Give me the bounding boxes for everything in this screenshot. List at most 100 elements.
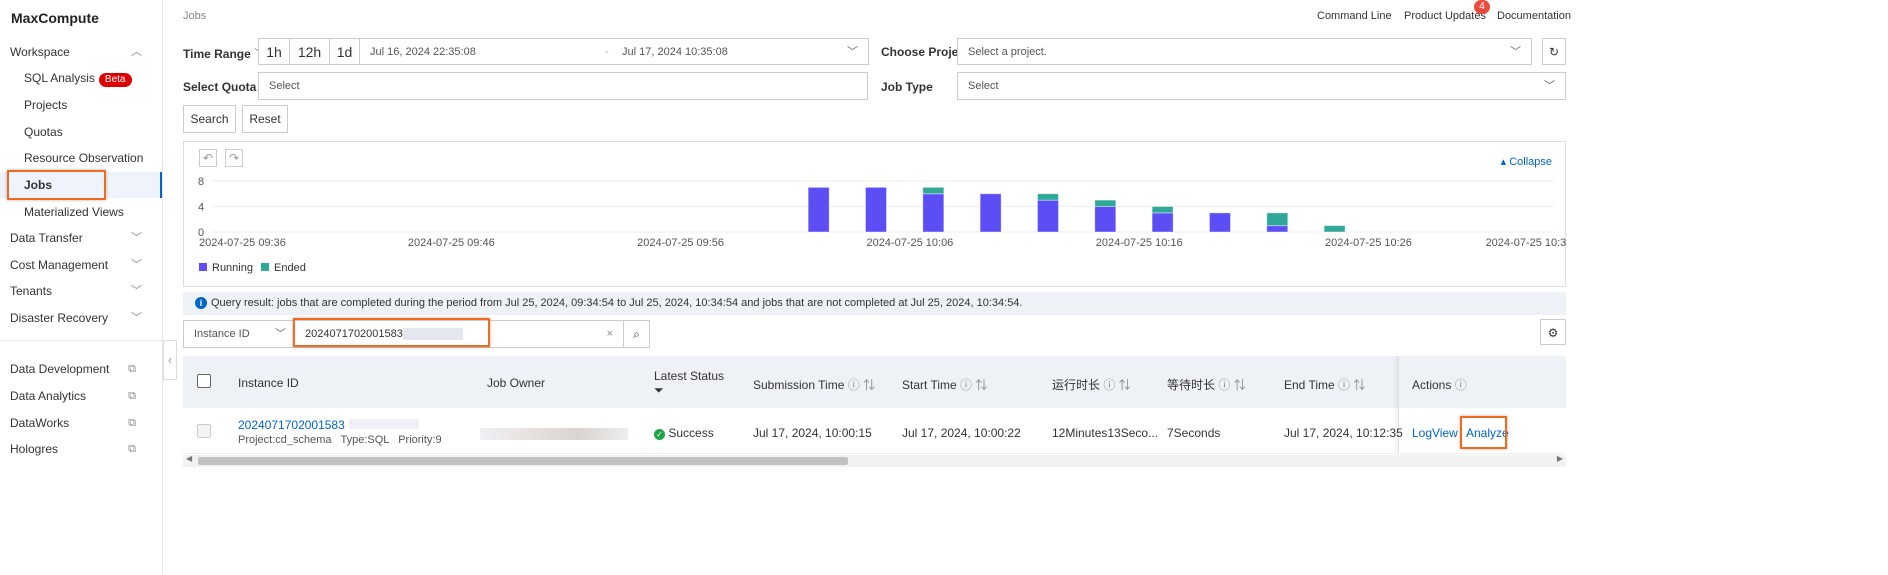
undo-icon[interactable]: ↶	[199, 149, 217, 167]
external-link-icon: ⧉	[128, 417, 136, 429]
job-type-select[interactable]: Select ﹀	[957, 72, 1566, 100]
logview-link[interactable]: LogView	[1412, 426, 1458, 440]
sidebar-group-data-transfer[interactable]: Data Transfer ﹀	[0, 225, 162, 251]
col-wait-duration[interactable]: 等待时长 ⓘ ⇅	[1167, 376, 1246, 393]
sort-icon[interactable]: ⇅	[1119, 378, 1131, 392]
sidebar-group-workspace[interactable]: Workspace ︿	[0, 39, 162, 65]
bar-running	[1094, 206, 1117, 233]
sidebar-item-resource-observation[interactable]: Resource Observation	[0, 145, 162, 171]
label: DataWorks	[10, 416, 70, 430]
date-range-picker[interactable]: Jul 16, 2024 22:35:08 - Jul 17, 2024 10:…	[359, 38, 869, 65]
horizontal-scrollbar[interactable]: ◀ ▶	[183, 454, 1566, 467]
sidebar-group-cost-management[interactable]: Cost Management ﹀	[0, 252, 162, 278]
sort-icon[interactable]: ⇅	[863, 378, 875, 392]
bar-ended	[1036, 193, 1059, 201]
label: Hologres	[10, 442, 59, 456]
quick-1d-button[interactable]: 1d	[329, 38, 360, 65]
sidebar-item-sql-analysis[interactable]: SQL Analysis Beta	[0, 65, 162, 91]
instance-id-link[interactable]: 2024071702001583	[238, 418, 419, 432]
sidebar-item-materialized-views[interactable]: Materialized Views	[0, 199, 162, 225]
scroll-right-icon[interactable]: ▶	[1557, 454, 1563, 463]
bar-ended	[1094, 199, 1117, 207]
scrollbar-thumb[interactable]	[198, 457, 848, 465]
x-tick-label: 2024-07-25 09:36	[199, 237, 286, 249]
command-line-link[interactable]: Command Line	[1317, 10, 1392, 22]
bar-ended	[1151, 206, 1174, 214]
quota-select[interactable]: Select	[258, 72, 868, 100]
redo-icon[interactable]: ↷	[225, 149, 243, 167]
highlight-box	[293, 318, 490, 347]
collapse-sidebar-button[interactable]: ‹	[163, 340, 177, 380]
reset-button[interactable]: Reset	[242, 105, 288, 133]
sidebar-link-data-analytics[interactable]: Data Analytics ⧉	[0, 383, 162, 409]
col-latest-status[interactable]: Latest Status ⏷	[654, 369, 724, 398]
clear-icon[interactable]: ×	[607, 321, 613, 347]
highlight-box	[7, 170, 106, 200]
sidebar-group-disaster-recovery[interactable]: Disaster Recovery ﹀	[0, 305, 162, 331]
info-text: Query result: jobs that are completed du…	[211, 297, 1023, 309]
label: Instance ID	[194, 328, 250, 340]
x-tick-label: 2024-07-25 10:06	[866, 237, 953, 249]
search-field-select[interactable]: Instance ID ﹀	[183, 320, 295, 348]
refresh-button[interactable]: ↻	[1542, 38, 1566, 65]
col-run-duration[interactable]: 运行时长 ⓘ ⇅	[1052, 376, 1131, 393]
label: SQL Analysis	[24, 71, 95, 85]
collapse-chart-button[interactable]: ▴ Collapse	[1501, 155, 1552, 168]
sidebar-link-dataworks[interactable]: DataWorks ⧉	[0, 410, 162, 436]
scroll-left-icon[interactable]: ◀	[186, 454, 192, 463]
label: Data Analytics	[10, 389, 87, 403]
chevron-down-icon: ﹀	[847, 46, 858, 58]
col-submission-time[interactable]: Submission Time ⓘ ⇅	[753, 376, 875, 393]
chevron-down-icon: ﹀	[131, 259, 142, 271]
sort-icon[interactable]: ⇅	[975, 378, 987, 392]
sidebar-link-data-development[interactable]: Data Development ⧉	[0, 356, 162, 382]
label: 等待时长	[1167, 378, 1216, 392]
id: 2024071702001583	[238, 418, 345, 432]
bar-running	[865, 186, 887, 233]
time-range-label[interactable]: Time Range ﹀	[183, 45, 266, 62]
breadcrumb: Jobs	[183, 10, 207, 22]
sort-icon[interactable]: ⇅	[1353, 378, 1365, 392]
filter-icon[interactable]: ⏷	[654, 383, 664, 397]
col-end-time[interactable]: End Time ⓘ ⇅	[1284, 376, 1365, 393]
product-updates-link[interactable]: Product Updates	[1404, 10, 1486, 22]
label: Workspace	[10, 45, 70, 59]
search-button[interactable]: Search	[183, 105, 236, 133]
job-owner-redacted	[480, 428, 628, 440]
table-settings-button[interactable]: ⚙	[1540, 319, 1566, 345]
placeholder: Select a project.	[968, 46, 1047, 58]
chart-panel: ↶ ↷ ▴ Collapse 0 4 8 2024-07-25 09:36 2024-0…	[183, 141, 1567, 287]
status: ✓ Success	[654, 426, 714, 440]
x-tick-label: 2024-07-25 10:16	[1096, 237, 1183, 249]
label: Collapse	[1509, 156, 1552, 168]
sidebar: MaxCompute Workspace ︿ SQL Analysis Beta P…	[0, 0, 163, 575]
info-banner: i Query result: jobs that are completed d…	[183, 292, 1566, 315]
legend-label: Running	[212, 262, 253, 274]
help-icon: ⓘ	[847, 378, 860, 392]
sidebar-item-projects[interactable]: Projects	[0, 92, 162, 118]
col-instance-id: Instance ID	[238, 376, 299, 390]
external-link-icon: ⧉	[128, 443, 136, 455]
col-start-time[interactable]: Start Time ⓘ ⇅	[902, 376, 987, 393]
chevron-down-icon: ﹀	[275, 328, 286, 340]
help-icon: ⓘ	[1103, 378, 1116, 392]
external-link-icon: ⧉	[128, 363, 136, 375]
label: End Time	[1284, 378, 1335, 392]
sort-icon[interactable]: ⇅	[1234, 378, 1246, 392]
bar-ended	[1266, 212, 1289, 227]
row-checkbox[interactable]	[197, 424, 211, 438]
sidebar-item-quotas[interactable]: Quotas	[0, 119, 162, 145]
run-duration: 12Minutes13Seco...	[1052, 426, 1159, 440]
project-select[interactable]: Select a project. ﹀	[957, 38, 1532, 65]
label: Tenants	[10, 284, 53, 298]
bar-running	[922, 193, 945, 233]
quick-12h-button[interactable]: 12h	[289, 38, 330, 65]
select-all-checkbox[interactable]	[197, 374, 211, 388]
sidebar-group-tenants[interactable]: Tenants ﹀	[0, 278, 162, 304]
submission-time: Jul 17, 2024, 10:00:15	[753, 426, 872, 440]
search-icon-button[interactable]: ⌕	[623, 320, 650, 348]
sidebar-link-hologres[interactable]: Hologres ⧉	[0, 436, 162, 462]
job-type-label: Job Type	[881, 80, 933, 94]
documentation-link[interactable]: Documentation	[1497, 10, 1571, 22]
quick-1h-button[interactable]: 1h	[258, 38, 290, 65]
